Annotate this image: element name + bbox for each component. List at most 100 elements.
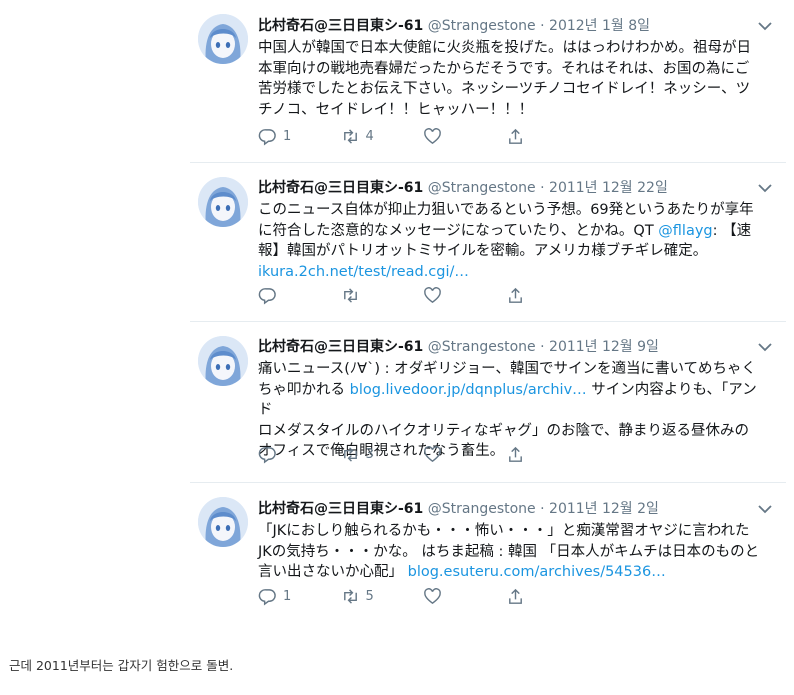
share-icon — [508, 287, 522, 303]
tweet-text-segment: 言い出さないか心配」 — [258, 564, 408, 580]
author-name[interactable]: 比村奇石@三日目東シ-61 — [258, 18, 423, 34]
chevron-down-icon[interactable] — [756, 338, 774, 356]
author-name[interactable]: 比村奇石@三日目東シ-61 — [258, 180, 423, 196]
tweet[interactable]: 比村奇石@三日目東シ-61 @Strangestone · 2012년 1월 8… — [190, 0, 786, 163]
tweet-actions: 3 — [258, 445, 588, 464]
author-handle[interactable]: @Strangestone — [428, 339, 536, 355]
reply-count: 1 — [283, 129, 292, 144]
tweet-actions: 1 5 — [258, 587, 588, 606]
retweet-button[interactable]: 4 — [341, 127, 424, 146]
share-button[interactable] — [506, 445, 589, 464]
retweet-icon — [343, 129, 357, 144]
tweet-actions — [258, 286, 588, 305]
tweet-text: 「JKにおしり触られるかも・・・怖い・・・」と痴漢常習オヤジに言われた JKの気… — [258, 521, 768, 583]
separator: · — [540, 180, 545, 196]
like-button[interactable] — [423, 587, 506, 606]
tweet-text: このニュース自体が抑止力狙いであるという予想。69発というあたりが享年 に符合し… — [258, 200, 768, 282]
chevron-down-icon[interactable] — [756, 17, 774, 35]
avatar-image — [198, 497, 248, 547]
author-name[interactable]: 比村奇石@三日目東シ-61 — [258, 339, 423, 355]
separator: · — [540, 339, 545, 355]
tweet-text-segment: : 【速 — [712, 222, 752, 239]
tweet-line: チノコ、セイドレイ！！ヒャッハー！！！ — [258, 101, 534, 118]
retweet-button[interactable]: 5 — [341, 587, 424, 606]
reply-button[interactable]: 1 — [258, 587, 341, 606]
separator: · — [540, 501, 545, 517]
retweet-count: 3 — [365, 447, 374, 462]
tweet-line: JKの気持ち・・・かな。 はちま起稿 : 韓国 「日本人がキムチは日本のものと — [258, 543, 760, 560]
share-icon — [508, 588, 522, 604]
retweet-count: 5 — [365, 589, 374, 604]
tweet-line: 「JKにおしり触られるかも・・・怖い・・・」と痴漢常習オヤジに言われた — [258, 523, 750, 539]
share-icon — [508, 446, 522, 462]
tweet-line: このニュース自体が抑止力狙いであるという予想。69発というあたりが享年 — [258, 202, 754, 218]
tweet-date[interactable]: 2011년 12월 9일 — [549, 339, 659, 355]
reply-icon — [258, 589, 276, 606]
reply-button[interactable]: 1 — [258, 127, 341, 146]
url-link[interactable]: ikura.2ch.net/test/read.cgi/… — [258, 264, 469, 280]
retweet-button[interactable]: 3 — [341, 445, 424, 464]
tweet-timeline: 比村奇石@三日目東シ-61 @Strangestone · 2012년 1월 8… — [190, 0, 786, 621]
author-handle[interactable]: @Strangestone — [428, 501, 536, 517]
like-button[interactable] — [423, 445, 506, 464]
like-button[interactable] — [423, 127, 506, 146]
avatar[interactable] — [198, 14, 248, 64]
tweet-actions: 1 4 — [258, 127, 588, 146]
retweet-icon — [343, 447, 357, 462]
tweet-line: ちゃ叩かれる blog.livedoor.jp/dqnplus/archiv… … — [258, 380, 768, 421]
separator: · — [540, 18, 545, 34]
like-icon — [424, 446, 441, 463]
tweet-line: に符合した恣意的なメッセージになっていたり、とかね。QT @fllayg: 【速 — [258, 221, 768, 242]
chevron-down-icon[interactable] — [756, 179, 774, 197]
tweet-line: ロメダスタイルのハイクオリティなギャグ」のお陰で、静まり返る昼休みの — [258, 422, 749, 439]
avatar[interactable] — [198, 177, 248, 227]
retweet-icon — [343, 589, 357, 604]
like-icon — [424, 588, 441, 605]
caption-text: 근데 2011년부터는 갑자기 험한으로 돌변. — [9, 658, 234, 673]
like-icon — [424, 287, 441, 304]
tweet-header: 比村奇石@三日目東シ-61 @Strangestone · 2011년 12월 … — [258, 500, 768, 518]
tweet-line: 本軍向けの戦地売春婦だったからだそうです。それはそれは、お国の為にご — [258, 60, 750, 77]
tweet-line: 苦労様でしたとお伝え下さい。ネッシーツチノコセイドレイ！ネッシー、ツ — [258, 81, 751, 97]
reply-icon — [258, 288, 276, 305]
url-link[interactable]: blog.livedoor.jp/dqnplus/archiv… — [350, 382, 587, 398]
avatar[interactable] — [198, 497, 248, 547]
tweet[interactable]: 比村奇石@三日目東シ-61 @Strangestone · 2011년 12월 … — [190, 483, 786, 621]
share-button[interactable] — [506, 127, 589, 146]
reply-icon — [258, 129, 276, 146]
tweet-date[interactable]: 2012년 1월 8일 — [549, 18, 650, 34]
mention-link[interactable]: @fllayg — [658, 223, 712, 239]
tweet-line: 報】韓国がパトリオットミサイルを密輸。アメリカ様ブチギレ確定。 — [258, 243, 708, 259]
tweet-line: 言い出さないか心配」 blog.esuteru.com/archives/545… — [258, 562, 768, 583]
tweet-date[interactable]: 2011년 12월 22일 — [549, 180, 668, 196]
chevron-down-icon[interactable] — [756, 500, 774, 518]
author-handle[interactable]: @Strangestone — [428, 18, 536, 34]
tweet-header: 比村奇石@三日目東シ-61 @Strangestone · 2011년 12월 … — [258, 179, 768, 197]
share-button[interactable] — [506, 587, 589, 606]
avatar-image — [198, 336, 248, 386]
author-name[interactable]: 比村奇石@三日目東シ-61 — [258, 501, 423, 517]
tweet-line: 痛いニュース(ﾉ∀`) : オダギリジョー、韓国でサインを適当に書いてめちゃく — [258, 361, 757, 377]
retweet-count: 4 — [365, 129, 374, 144]
reply-icon — [258, 447, 276, 464]
tweet-text: 中国人が韓国で日本大使館に火炎瓶を投げた。ははっわけわかめ。祖母が日 本軍向けの… — [258, 38, 768, 120]
tweet-text-segment: に符合した恣意的なメッセージになっていたり、とかね。QT — [258, 222, 659, 239]
tweet-header: 比村奇石@三日目東シ-61 @Strangestone · 2012년 1월 8… — [258, 17, 768, 35]
like-button[interactable] — [423, 286, 506, 305]
reply-count: 1 — [283, 589, 292, 604]
tweet-header: 比村奇石@三日目東シ-61 @Strangestone · 2011년 12월 … — [258, 338, 768, 356]
author-handle[interactable]: @Strangestone — [428, 180, 536, 196]
retweet-button[interactable] — [341, 286, 424, 305]
share-button[interactable] — [506, 286, 589, 305]
url-link[interactable]: blog.esuteru.com/archives/54536… — [408, 564, 666, 580]
retweet-icon — [343, 288, 357, 303]
tweet[interactable]: 比村奇石@三日目東シ-61 @Strangestone · 2011년 12월 … — [190, 163, 786, 322]
share-icon — [508, 128, 522, 144]
avatar-image — [198, 177, 248, 227]
tweet[interactable]: 比村奇石@三日目東シ-61 @Strangestone · 2011년 12월 … — [190, 322, 786, 483]
reply-button[interactable] — [258, 286, 341, 305]
avatar[interactable] — [198, 336, 248, 386]
avatar-image — [198, 14, 248, 64]
tweet-date[interactable]: 2011년 12월 2일 — [549, 501, 659, 517]
reply-button[interactable] — [258, 445, 341, 464]
